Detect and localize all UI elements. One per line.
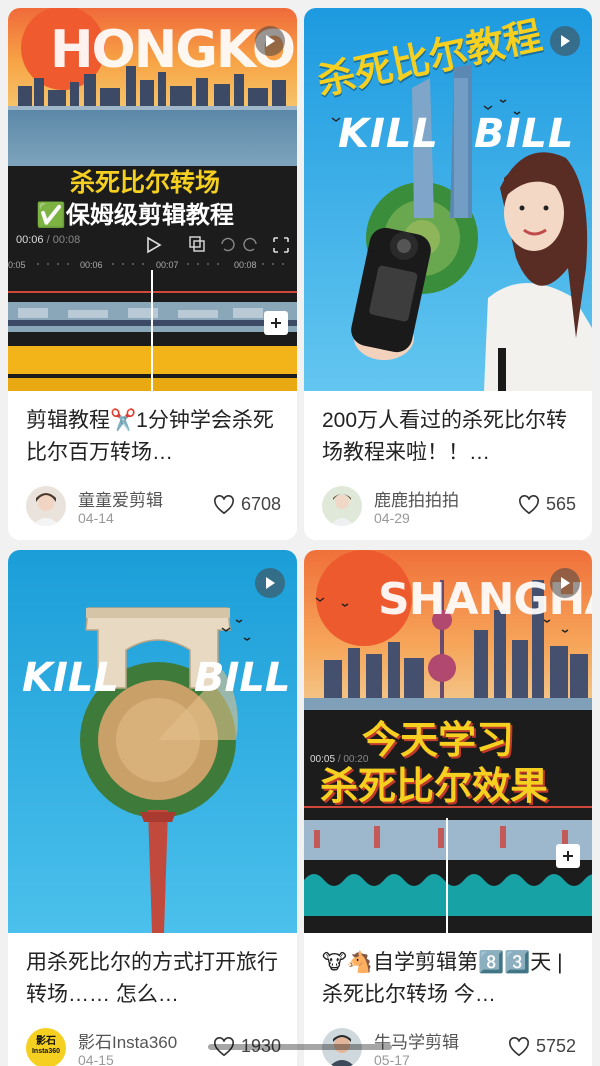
post-card[interactable]: SHANGHAI 今天学习 杀死比尔效果 00:05 / 00:20 🐮🐴自学剪…: [304, 550, 592, 1066]
video-cover[interactable]: KILL BILL: [8, 550, 297, 933]
ruler-tick: 00:08: [234, 260, 257, 270]
time-current: 00:06: [16, 234, 44, 246]
ruler-tick: 00:06: [80, 260, 103, 270]
cover-time: 00:06 / 00:08: [16, 234, 81, 246]
post-title[interactable]: 用杀死比尔的方式打开旅行转场…… 怎么…: [26, 947, 283, 1011]
post-card[interactable]: HONGKONG 杀死比尔转场 ✅保姆级剪辑教程 00:06 / 00:08 0…: [8, 8, 297, 540]
post-title[interactable]: 剪辑教程✂️1分钟学会杀死比尔百万转场…: [26, 405, 283, 469]
cover-image: [8, 550, 297, 933]
avatar[interactable]: 影石 Insta360: [26, 1028, 66, 1066]
cover-time: 00:05 / 00:20: [310, 754, 369, 765]
avatar-logo-text: 影石: [36, 1036, 56, 1047]
heart-icon: [214, 494, 234, 514]
author-row[interactable]: 童童爱剪辑 04-14 6708: [26, 486, 283, 530]
play-icon[interactable]: [550, 568, 580, 598]
video-cover[interactable]: 杀死比尔教程 KILL BILL: [304, 8, 592, 391]
post-date: 04-14: [78, 510, 114, 526]
like-count: 5752: [535, 1036, 576, 1056]
video-cover[interactable]: SHANGHAI 今天学习 杀死比尔效果 00:05 / 00:20: [304, 550, 592, 933]
cover-word-left: KILL: [338, 111, 439, 157]
post-date: 05-17: [374, 1052, 410, 1066]
post-title[interactable]: 200万人看过的杀死比尔转场教程来啦！！…: [322, 405, 578, 469]
avatar[interactable]: [322, 486, 362, 526]
author-name[interactable]: 鹿鹿拍拍拍: [374, 486, 459, 511]
post-date: 04-15: [78, 1052, 114, 1066]
author-row[interactable]: 鹿鹿拍拍拍 04-29 565: [322, 486, 578, 530]
heart-icon: [509, 1036, 529, 1056]
cover-word-right: BILL: [194, 655, 291, 701]
post-card[interactable]: KILL BILL 用杀死比尔的方式打开旅行转场…… 怎么… 影石 Insta3…: [8, 550, 297, 1066]
cover-overlay-line1: 今天学习: [362, 718, 515, 762]
heart-icon: [519, 494, 539, 514]
time-current: 00:05: [310, 754, 336, 765]
cover-overlay-line2: 杀死比尔效果: [320, 764, 549, 808]
avatar[interactable]: [26, 486, 66, 526]
post-card[interactable]: 杀死比尔教程 KILL BILL 200万人看过的杀死比尔转场教程来啦！！… 鹿…: [304, 8, 592, 540]
play-icon[interactable]: [255, 568, 285, 598]
post-date: 04-29: [374, 510, 410, 526]
avatar-logo-subtext: Insta360: [31, 1048, 61, 1055]
ruler-tick: 00:07: [156, 260, 179, 270]
cover-word-right: BILL: [474, 111, 575, 157]
play-icon[interactable]: [255, 26, 285, 56]
cover-word-left: KILL: [22, 655, 119, 701]
author-name[interactable]: 童童爱剪辑: [78, 486, 163, 511]
like-button[interactable]: 565: [518, 494, 576, 515]
play-icon[interactable]: [550, 26, 580, 56]
like-button[interactable]: 6708: [213, 494, 281, 515]
video-cover[interactable]: HONGKONG 杀死比尔转场 ✅保姆级剪辑教程 00:06 / 00:08 0…: [8, 8, 297, 391]
ruler-tick: 0:05: [8, 260, 26, 270]
like-count: 565: [545, 494, 576, 514]
cover-overlay-line2: ✅保姆级剪辑教程: [36, 201, 234, 229]
like-button[interactable]: 5752: [508, 1036, 576, 1057]
home-indicator[interactable]: [208, 1044, 392, 1050]
author-name[interactable]: 影石Insta360: [78, 1028, 177, 1053]
cover-overlay-line1: 杀死比尔转场: [70, 168, 221, 197]
time-total: 00:20: [343, 754, 369, 765]
like-count: 6708: [240, 494, 281, 514]
time-total: 00:08: [52, 234, 81, 246]
post-title[interactable]: 🐮🐴自学剪辑第8️⃣3️⃣天 | 杀死比尔转场 今…: [322, 947, 578, 1011]
